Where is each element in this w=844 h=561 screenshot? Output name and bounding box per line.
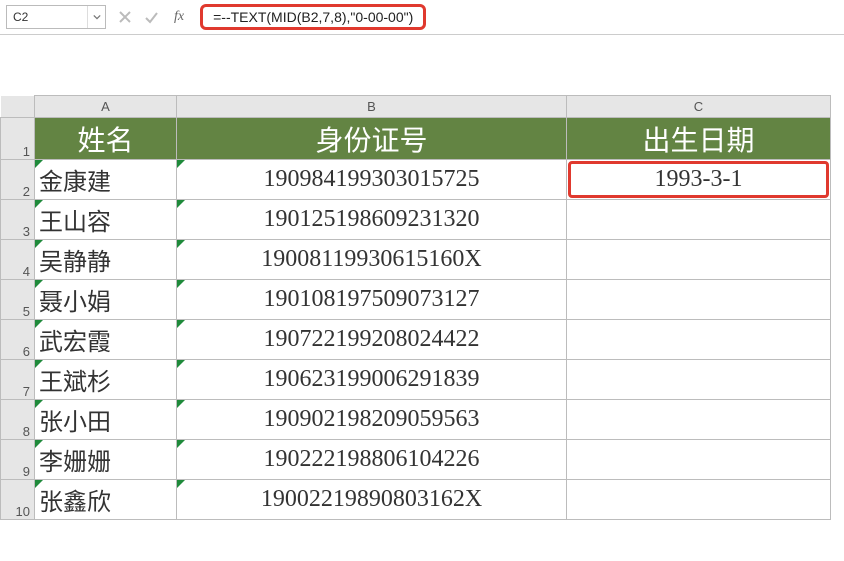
select-all-corner[interactable] xyxy=(1,96,35,118)
cell-A2[interactable]: 金康建 xyxy=(35,160,177,200)
error-indicator-icon xyxy=(177,160,185,168)
header-dob[interactable]: 出生日期 xyxy=(567,118,831,160)
cell-C3[interactable] xyxy=(567,200,831,240)
error-indicator-icon xyxy=(35,240,43,248)
error-indicator-icon xyxy=(177,400,185,408)
cell-A10[interactable]: 张鑫欣 xyxy=(35,480,177,520)
cell-C10[interactable] xyxy=(567,480,831,520)
enter-icon[interactable] xyxy=(144,10,158,24)
error-indicator-icon xyxy=(177,360,185,368)
error-indicator-icon xyxy=(35,440,43,448)
cell-C9[interactable] xyxy=(567,440,831,480)
cell-A9[interactable]: 李姗姗 xyxy=(35,440,177,480)
spreadsheet-grid[interactable]: A B C 1 姓名 身份证号 出生日期 2 金康建 1909841993030… xyxy=(0,95,831,520)
row-header[interactable]: 7 xyxy=(1,360,35,400)
error-indicator-icon xyxy=(35,200,43,208)
col-header-A[interactable]: A xyxy=(35,96,177,118)
formula-bar: C2 fx =--TEXT(MID(B2,7,8),"0-00-00") xyxy=(0,0,844,35)
error-indicator-icon xyxy=(35,280,43,288)
col-header-C[interactable]: C xyxy=(567,96,831,118)
formula-input[interactable]: =--TEXT(MID(B2,7,8),"0-00-00") xyxy=(200,4,426,30)
cell-B3[interactable]: 190125198609231320 xyxy=(177,200,567,240)
row-header[interactable]: 9 xyxy=(1,440,35,480)
error-indicator-icon xyxy=(177,320,185,328)
error-indicator-icon xyxy=(177,480,185,488)
row-header[interactable]: 10 xyxy=(1,480,35,520)
name-box-value: C2 xyxy=(7,10,87,24)
row-header[interactable]: 5 xyxy=(1,280,35,320)
cell-A6[interactable]: 武宏霞 xyxy=(35,320,177,360)
error-indicator-icon xyxy=(35,320,43,328)
cell-B9[interactable]: 190222198806104226 xyxy=(177,440,567,480)
cell-C8[interactable] xyxy=(567,400,831,440)
cancel-icon[interactable] xyxy=(118,10,132,24)
cell-B2[interactable]: 190984199303015725 xyxy=(177,160,567,200)
cell-B5[interactable]: 190108197509073127 xyxy=(177,280,567,320)
cell-A5[interactable]: 聂小娟 xyxy=(35,280,177,320)
cell-A8[interactable]: 张小田 xyxy=(35,400,177,440)
formula-buttons: fx xyxy=(112,9,194,25)
error-indicator-icon xyxy=(35,360,43,368)
row-header[interactable]: 2 xyxy=(1,160,35,200)
row-header[interactable]: 4 xyxy=(1,240,35,280)
cell-B6[interactable]: 190722199208024422 xyxy=(177,320,567,360)
cell-B7[interactable]: 190623199006291839 xyxy=(177,360,567,400)
name-box-dropdown[interactable] xyxy=(87,6,105,28)
row-header[interactable]: 1 xyxy=(1,118,35,160)
cell-C7[interactable] xyxy=(567,360,831,400)
cell-C6[interactable] xyxy=(567,320,831,360)
error-indicator-icon xyxy=(177,200,185,208)
fx-icon[interactable]: fx xyxy=(170,9,188,25)
header-id[interactable]: 身份证号 xyxy=(177,118,567,160)
cell-C5[interactable] xyxy=(567,280,831,320)
row-header[interactable]: 6 xyxy=(1,320,35,360)
error-indicator-icon xyxy=(35,400,43,408)
error-indicator-icon xyxy=(177,440,185,448)
cell-C2[interactable]: 1993-3-1 xyxy=(567,160,831,200)
cell-A4[interactable]: 吴静静 xyxy=(35,240,177,280)
name-box[interactable]: C2 xyxy=(6,5,106,29)
row-header[interactable]: 3 xyxy=(1,200,35,240)
error-indicator-icon xyxy=(177,280,185,288)
cell-B8[interactable]: 190902198209059563 xyxy=(177,400,567,440)
formula-text: =--TEXT(MID(B2,7,8),"0-00-00") xyxy=(213,9,413,25)
error-indicator-icon xyxy=(177,240,185,248)
cell-C4[interactable] xyxy=(567,240,831,280)
cell-A3[interactable]: 王山容 xyxy=(35,200,177,240)
row-header[interactable]: 8 xyxy=(1,400,35,440)
header-name[interactable]: 姓名 xyxy=(35,118,177,160)
cell-B4[interactable]: 19008119930615160X xyxy=(177,240,567,280)
col-header-B[interactable]: B xyxy=(177,96,567,118)
error-indicator-icon xyxy=(35,480,43,488)
error-indicator-icon xyxy=(35,160,43,168)
cell-A7[interactable]: 王斌杉 xyxy=(35,360,177,400)
chevron-down-icon xyxy=(93,13,101,21)
cell-B10[interactable]: 19002219890803162X xyxy=(177,480,567,520)
